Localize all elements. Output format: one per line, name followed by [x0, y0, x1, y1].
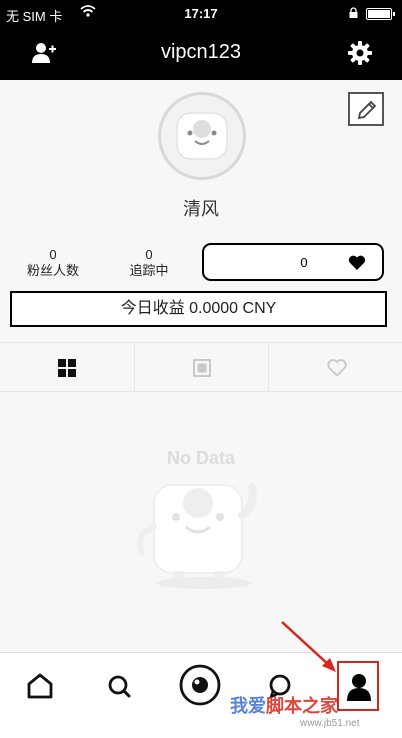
username: 清风 — [183, 199, 219, 219]
watermark-url: www.jb51.net — [300, 718, 360, 729]
avatar[interactable] — [158, 92, 246, 180]
status-bar: 无 SIM 卡 17:17 — [0, 0, 402, 28]
profile-content: 清风 0 粉丝人数 0 追踪中 0 今日收益 0.0000 CNY No Dat… — [0, 80, 402, 652]
camera-icon — [179, 664, 221, 706]
watermark-text-blue: 我爱 — [230, 696, 266, 716]
annotation-arrow — [281, 621, 336, 672]
following-label: 追踪中 — [129, 263, 169, 278]
empty-state-text: No Data — [166, 448, 235, 468]
tab-search[interactable] — [99, 667, 139, 707]
search-icon — [108, 675, 131, 698]
content-tabs — [0, 342, 402, 392]
tab-camera[interactable] — [178, 663, 221, 706]
watermark: 我爱脚本之家 — [230, 692, 338, 718]
gear-icon[interactable] — [348, 41, 372, 70]
profile-icon — [347, 674, 371, 701]
heart-icon — [348, 255, 366, 270]
likes-button[interactable]: 0 — [202, 243, 384, 281]
empty-state-mascot — [124, 475, 274, 598]
lock-icon — [349, 6, 358, 18]
tab-single[interactable] — [134, 343, 268, 391]
tab-liked[interactable] — [268, 343, 402, 391]
today-earnings: 今日收益 0.0000 CNY — [10, 291, 387, 327]
home-icon — [27, 673, 53, 699]
heart-outline-icon — [327, 359, 347, 377]
tab-home[interactable] — [20, 667, 60, 707]
following-count: 0 — [145, 247, 153, 262]
nav-bar: vipcn123 — [0, 28, 402, 80]
followers-stat[interactable]: 0 粉丝人数 — [13, 247, 93, 279]
likes-count: 0 — [300, 255, 308, 270]
grid-icon — [58, 359, 76, 377]
tab-profile[interactable] — [337, 661, 379, 711]
watermark-text-red: 脚本之家 — [266, 696, 338, 716]
clock-time: 17:17 — [184, 6, 218, 21]
followers-label: 粉丝人数 — [26, 263, 79, 278]
square-icon — [193, 359, 211, 377]
edit-profile-button[interactable] — [348, 92, 384, 126]
page-title: vipcn123 — [160, 41, 242, 63]
battery-icon — [366, 8, 395, 20]
following-stat[interactable]: 0 追踪中 — [109, 247, 189, 279]
pencil-icon — [357, 100, 377, 120]
tab-grid[interactable] — [0, 343, 134, 391]
followers-count: 0 — [49, 247, 57, 262]
